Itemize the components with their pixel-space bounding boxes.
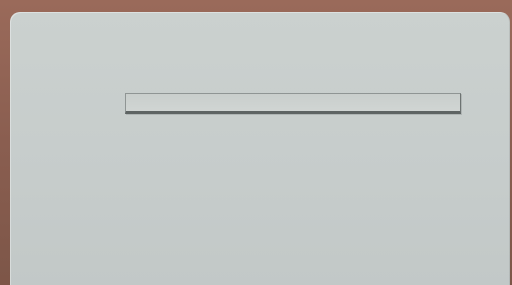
text-input-field[interactable] xyxy=(125,93,461,114)
dialog-panel xyxy=(10,12,510,285)
